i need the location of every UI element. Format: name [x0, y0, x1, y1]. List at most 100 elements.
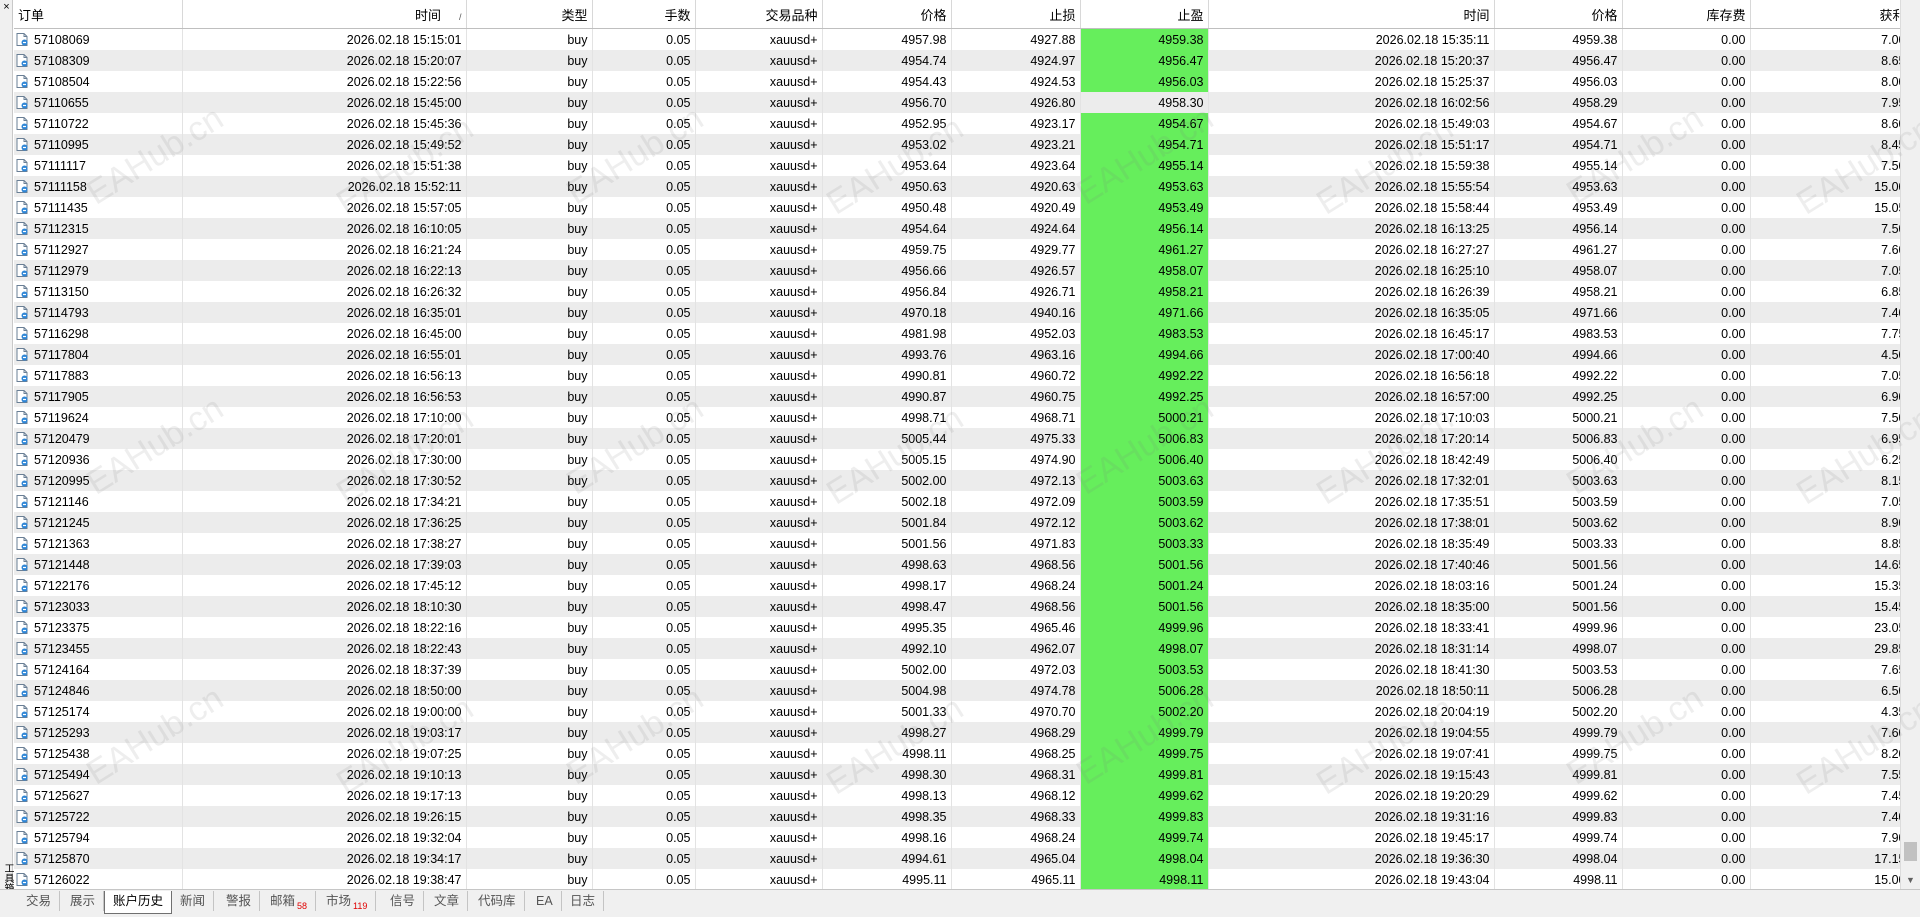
cell-lots: 0.05	[592, 323, 696, 344]
table-row[interactable]: 57125438 2026.02.18 19:07:25 buy 0.05 xauusd…	[14, 743, 1900, 764]
tab-articles[interactable]: 文章	[426, 891, 469, 911]
cell-swap: 0.00	[1622, 155, 1751, 176]
tab-experts[interactable]: EA	[528, 891, 562, 911]
tab-news[interactable]: 新闻	[172, 891, 215, 911]
table-row[interactable]: 57111117 2026.02.18 15:51:38 buy 0.05 xauusd…	[14, 155, 1900, 176]
table-row[interactable]: 57110655 2026.02.18 15:45:00 buy 0.05 xauusd…	[14, 92, 1900, 113]
cell-open-time: 2026.02.18 19:32:04	[182, 827, 467, 848]
table-row[interactable]: 57121363 2026.02.18 17:38:27 buy 0.05 xauusd…	[14, 533, 1900, 554]
table-row[interactable]: 57117905 2026.02.18 16:56:53 buy 0.05 xauusd…	[14, 386, 1900, 407]
column-header-open-time[interactable]: 时间 /	[182, 0, 467, 29]
cell-type: buy	[466, 638, 593, 659]
table-row[interactable]: 57110995 2026.02.18 15:49:52 buy 0.05 xauusd…	[14, 134, 1900, 155]
cell-stop-loss: 4927.88	[951, 28, 1081, 50]
cell-profit: 15.35	[1750, 575, 1900, 596]
table-row[interactable]: 57117883 2026.02.18 16:56:13 buy 0.05 xauusd…	[14, 365, 1900, 386]
table-row[interactable]: 57108504 2026.02.18 15:22:56 buy 0.05 xauusd…	[14, 71, 1900, 92]
table-row[interactable]: 57125293 2026.02.18 19:03:17 buy 0.05 xauusd…	[14, 722, 1900, 743]
column-header-symbol[interactable]: 交易品种	[695, 0, 823, 29]
table-row[interactable]: 57124846 2026.02.18 18:50:00 buy 0.05 xauusd…	[14, 680, 1900, 701]
order-id: 57108309	[34, 53, 90, 68]
column-header-type[interactable]: 类型	[466, 0, 593, 29]
tab-mailbox[interactable]: 邮箱 58	[262, 891, 317, 911]
table-row[interactable]: 57112979 2026.02.18 16:22:13 buy 0.05 xauusd…	[14, 260, 1900, 281]
table-row[interactable]: 57123455 2026.02.18 18:22:43 buy 0.05 xauusd…	[14, 638, 1900, 659]
table-row[interactable]: 57125627 2026.02.18 19:17:13 buy 0.05 xauusd…	[14, 785, 1900, 806]
cell-profit: 7.05	[1750, 260, 1900, 281]
tab-account-history[interactable]: 账户历史	[104, 891, 173, 914]
cell-close-price: 4998.07	[1494, 638, 1623, 659]
table-row[interactable]: 57125794 2026.02.18 19:32:04 buy 0.05 xauusd…	[14, 827, 1900, 848]
vertical-scrollbar[interactable]: ▼	[1900, 0, 1920, 889]
cell-type: buy	[466, 764, 593, 785]
tab-market[interactable]: 市场 119	[318, 891, 377, 911]
table-row[interactable]: 57124164 2026.02.18 18:37:39 buy 0.05 xauusd…	[14, 659, 1900, 680]
cell-lots: 0.05	[592, 869, 696, 889]
table-row[interactable]: 57113150 2026.02.18 16:26:32 buy 0.05 xauusd…	[14, 281, 1900, 302]
table-row[interactable]: 57125870 2026.02.18 19:34:17 buy 0.05 xauusd…	[14, 848, 1900, 869]
cell-open-price: 4998.47	[822, 596, 952, 617]
table-row[interactable]: 57112927 2026.02.18 16:21:24 buy 0.05 xauusd…	[14, 239, 1900, 260]
cell-symbol: xauusd+	[695, 491, 823, 512]
cell-symbol: xauusd+	[695, 71, 823, 92]
table-row[interactable]: 57121448 2026.02.18 17:39:03 buy 0.05 xauusd…	[14, 554, 1900, 575]
table-row[interactable]: 57120995 2026.02.18 17:30:52 buy 0.05 xauusd…	[14, 470, 1900, 491]
tab-journal[interactable]: 日志	[562, 891, 605, 911]
cell-close-time: 2026.02.18 16:56:18	[1208, 365, 1495, 386]
tab-trade[interactable]: 交易	[18, 891, 61, 911]
cell-open-price: 5004.98	[822, 680, 952, 701]
table-row[interactable]: 57111158 2026.02.18 15:52:11 buy 0.05 xauusd…	[14, 176, 1900, 197]
cell-order: 57111435	[14, 197, 183, 218]
scrollbar-thumb[interactable]	[1904, 842, 1917, 861]
tab-signals[interactable]: 信号	[382, 891, 425, 911]
table-row[interactable]: 57108309 2026.02.18 15:20:07 buy 0.05 xauusd…	[14, 50, 1900, 71]
table-row[interactable]: 57125722 2026.02.18 19:26:15 buy 0.05 xauusd…	[14, 806, 1900, 827]
cell-close-price: 4983.53	[1494, 323, 1623, 344]
cell-close-price: 4956.47	[1494, 50, 1623, 71]
close-icon[interactable]: ×	[1, 2, 12, 13]
order-document-icon	[16, 620, 28, 634]
tab-code-base[interactable]: 代码库	[470, 891, 525, 911]
table-row[interactable]: 57116298 2026.02.18 16:45:00 buy 0.05 xauusd…	[14, 323, 1900, 344]
order-id: 57120936	[34, 452, 90, 467]
scroll-down-arrow-icon[interactable]: ▼	[1906, 875, 1915, 885]
column-header-take-profit[interactable]: 止盈	[1080, 0, 1209, 29]
table-row[interactable]: 57120936 2026.02.18 17:30:00 buy 0.05 xauusd…	[14, 449, 1900, 470]
table-row[interactable]: 57117804 2026.02.18 16:55:01 buy 0.05 xauusd…	[14, 344, 1900, 365]
table-row[interactable]: 57119624 2026.02.18 17:10:00 buy 0.05 xauusd…	[14, 407, 1900, 428]
cell-swap: 0.00	[1622, 428, 1751, 449]
tab-alerts[interactable]: 警报	[218, 891, 261, 911]
table-row[interactable]: 57111435 2026.02.18 15:57:05 buy 0.05 xauusd…	[14, 197, 1900, 218]
table-row[interactable]: 57121146 2026.02.18 17:34:21 buy 0.05 xauusd…	[14, 491, 1900, 512]
table-row[interactable]: 57122176 2026.02.18 17:45:12 buy 0.05 xauusd…	[14, 575, 1900, 596]
table-row[interactable]: 57120479 2026.02.18 17:20:01 buy 0.05 xauusd…	[14, 428, 1900, 449]
column-header-close-time[interactable]: 时间	[1208, 0, 1495, 29]
table-row[interactable]: 57108069 2026.02.18 15:15:01 buy 0.05 xauusd…	[14, 28, 1900, 50]
table-row[interactable]: 57110722 2026.02.18 15:45:36 buy 0.05 xauusd…	[14, 113, 1900, 134]
order-id: 57112979	[34, 263, 89, 278]
column-header-profit[interactable]: 获利	[1750, 0, 1900, 29]
column-header-order[interactable]: 订单	[14, 0, 183, 29]
table-row[interactable]: 57125174 2026.02.18 19:00:00 buy 0.05 xauusd…	[14, 701, 1900, 722]
table-row[interactable]: 57114793 2026.02.18 16:35:01 buy 0.05 xauusd…	[14, 302, 1900, 323]
table-row[interactable]: 57126022 2026.02.18 19:38:47 buy 0.05 xauusd…	[14, 869, 1900, 889]
cell-open-price: 5002.00	[822, 659, 952, 680]
table-row[interactable]: 57123375 2026.02.18 18:22:16 buy 0.05 xauusd…	[14, 617, 1900, 638]
column-header-open-price[interactable]: 价格	[822, 0, 952, 29]
cell-take-profit: 4994.66	[1080, 344, 1209, 365]
table-row[interactable]: 57125494 2026.02.18 19:10:13 buy 0.05 xauusd…	[14, 764, 1900, 785]
column-header-close-price[interactable]: 价格	[1494, 0, 1623, 29]
table-row[interactable]: 57121245 2026.02.18 17:36:25 buy 0.05 xauusd…	[14, 512, 1900, 533]
cell-order: 57120995	[14, 470, 183, 491]
column-header-stop-loss[interactable]: 止损	[951, 0, 1081, 29]
column-header-swap[interactable]: 库存费	[1622, 0, 1751, 29]
cell-close-time: 2026.02.18 16:57:00	[1208, 386, 1495, 407]
cell-type: buy	[466, 827, 593, 848]
table-row[interactable]: 57123033 2026.02.18 18:10:30 buy 0.05 xauusd…	[14, 596, 1900, 617]
cell-order: 57123033	[14, 596, 183, 617]
table-row[interactable]: 57112315 2026.02.18 16:10:05 buy 0.05 xauusd…	[14, 218, 1900, 239]
cell-swap: 0.00	[1622, 806, 1751, 827]
column-header-lots[interactable]: 手数	[592, 0, 696, 29]
cell-type: buy	[466, 407, 593, 428]
tab-exposure[interactable]: 展示	[62, 891, 105, 911]
